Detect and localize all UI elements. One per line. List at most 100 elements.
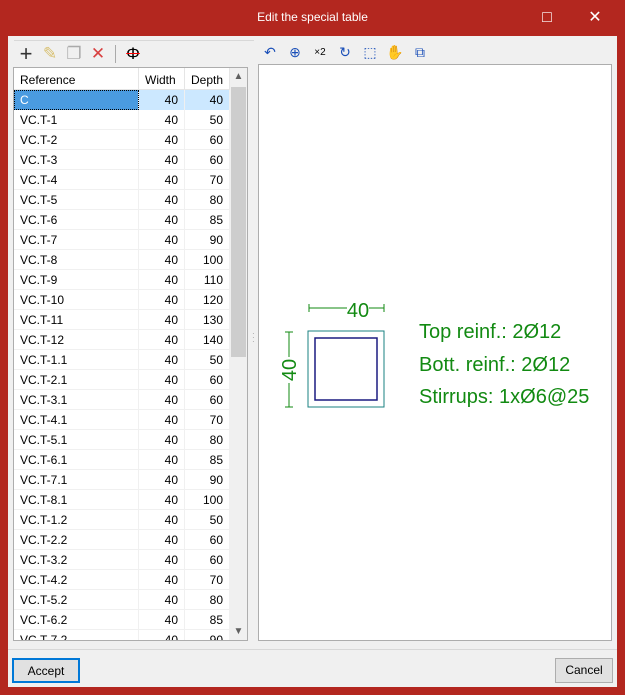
- zoom-window-icon[interactable]: ⬚: [360, 42, 380, 62]
- depth-cell[interactable]: 100: [185, 490, 230, 510]
- reference-cell[interactable]: VC.T-1.2: [14, 510, 139, 530]
- width-cell[interactable]: 40: [139, 390, 185, 410]
- depth-cell[interactable]: 120: [185, 290, 230, 310]
- reference-cell[interactable]: VC.T-6.1: [14, 450, 139, 470]
- depth-cell[interactable]: 60: [185, 370, 230, 390]
- reference-cell[interactable]: VC.T-2.2: [14, 530, 139, 550]
- width-cell[interactable]: 40: [139, 90, 185, 110]
- width-cell[interactable]: 40: [139, 250, 185, 270]
- reference-cell[interactable]: VC.T-8: [14, 250, 139, 270]
- redraw-icon[interactable]: ↻: [335, 42, 355, 62]
- reference-cell[interactable]: VC.T-10: [14, 290, 139, 310]
- depth-cell[interactable]: 60: [185, 130, 230, 150]
- export-icon[interactable]: ⧉: [410, 42, 430, 62]
- pan-icon[interactable]: ✋: [385, 42, 405, 62]
- reference-cell[interactable]: VC.T-12: [14, 330, 139, 350]
- width-cell[interactable]: 40: [139, 450, 185, 470]
- table-row[interactable]: VC.T-11 40 130: [14, 310, 247, 330]
- table-row[interactable]: VC.T-7 40 90: [14, 230, 247, 250]
- reference-cell[interactable]: VC.T-2.1: [14, 370, 139, 390]
- table-row[interactable]: VC.T-4 40 70: [14, 170, 247, 190]
- table-row[interactable]: VC.T-7.2 40 90: [14, 630, 247, 640]
- table-row[interactable]: VC.T-3.1 40 60: [14, 390, 247, 410]
- reference-cell[interactable]: VC.T-5.1: [14, 430, 139, 450]
- width-cell[interactable]: 40: [139, 130, 185, 150]
- copy-icon[interactable]: ❐: [64, 44, 84, 64]
- accept-button[interactable]: Accept: [12, 658, 80, 683]
- reference-cell[interactable]: VC.T-3: [14, 150, 139, 170]
- width-cell[interactable]: 40: [139, 150, 185, 170]
- zoom-all-icon[interactable]: ⊕: [285, 42, 305, 62]
- width-cell[interactable]: 40: [139, 530, 185, 550]
- table-row[interactable]: VC.T-10 40 120: [14, 290, 247, 310]
- width-cell[interactable]: 40: [139, 370, 185, 390]
- reference-cell[interactable]: VC.T-4.2: [14, 570, 139, 590]
- table-row[interactable]: VC.T-6.2 40 85: [14, 610, 247, 630]
- table-row[interactable]: VC.T-6.1 40 85: [14, 450, 247, 470]
- width-cell[interactable]: 40: [139, 570, 185, 590]
- depth-cell[interactable]: 50: [185, 110, 230, 130]
- no-symmetry-icon[interactable]: Φ: [123, 44, 143, 64]
- table-row[interactable]: VC.T-1 40 50: [14, 110, 247, 130]
- depth-cell[interactable]: 85: [185, 210, 230, 230]
- depth-cell[interactable]: 60: [185, 530, 230, 550]
- width-cell[interactable]: 40: [139, 290, 185, 310]
- depth-cell[interactable]: 80: [185, 430, 230, 450]
- table-row[interactable]: VC.T-4.1 40 70: [14, 410, 247, 430]
- column-header-reference[interactable]: Reference: [14, 68, 139, 89]
- table-row[interactable]: C 40 40: [14, 90, 247, 110]
- width-cell[interactable]: 40: [139, 410, 185, 430]
- depth-cell[interactable]: 85: [185, 610, 230, 630]
- width-cell[interactable]: 40: [139, 610, 185, 630]
- table-row[interactable]: VC.T-9 40 110: [14, 270, 247, 290]
- depth-cell[interactable]: 40: [185, 90, 230, 110]
- table-row[interactable]: VC.T-2.2 40 60: [14, 530, 247, 550]
- width-cell[interactable]: 40: [139, 550, 185, 570]
- splitter-handle[interactable]: · · ·: [252, 330, 255, 346]
- depth-cell[interactable]: 60: [185, 390, 230, 410]
- depth-cell[interactable]: 90: [185, 470, 230, 490]
- reference-cell[interactable]: VC.T-7.2: [14, 630, 139, 640]
- close-button[interactable]: ✕: [572, 0, 618, 36]
- width-cell[interactable]: 40: [139, 110, 185, 130]
- reference-cell[interactable]: VC.T-9: [14, 270, 139, 290]
- reference-cell[interactable]: VC.T-1.1: [14, 350, 139, 370]
- vertical-scrollbar[interactable]: ▲ ▼: [230, 68, 247, 640]
- depth-cell[interactable]: 70: [185, 410, 230, 430]
- depth-cell[interactable]: 80: [185, 190, 230, 210]
- width-cell[interactable]: 40: [139, 430, 185, 450]
- reference-cell[interactable]: VC.T-7.1: [14, 470, 139, 490]
- table-row[interactable]: VC.T-1.1 40 50: [14, 350, 247, 370]
- width-cell[interactable]: 40: [139, 490, 185, 510]
- depth-cell[interactable]: 60: [185, 150, 230, 170]
- table-row[interactable]: VC.T-2 40 60: [14, 130, 247, 150]
- width-cell[interactable]: 40: [139, 470, 185, 490]
- depth-cell[interactable]: 60: [185, 550, 230, 570]
- width-cell[interactable]: 40: [139, 310, 185, 330]
- table-row[interactable]: VC.T-7.1 40 90: [14, 470, 247, 490]
- table-row[interactable]: VC.T-1.2 40 50: [14, 510, 247, 530]
- table-row[interactable]: VC.T-12 40 140: [14, 330, 247, 350]
- width-cell[interactable]: 40: [139, 190, 185, 210]
- reference-cell[interactable]: VC.T-2: [14, 130, 139, 150]
- width-cell[interactable]: 40: [139, 210, 185, 230]
- width-cell[interactable]: 40: [139, 630, 185, 640]
- reference-cell[interactable]: VC.T-6: [14, 210, 139, 230]
- table-row[interactable]: VC.T-3 40 60: [14, 150, 247, 170]
- depth-cell[interactable]: 70: [185, 170, 230, 190]
- column-header-depth[interactable]: Depth: [185, 68, 230, 89]
- reference-cell[interactable]: VC.T-3.2: [14, 550, 139, 570]
- reference-cell[interactable]: VC.T-7: [14, 230, 139, 250]
- depth-cell[interactable]: 50: [185, 510, 230, 530]
- scroll-up-icon[interactable]: ▲: [230, 68, 247, 85]
- reference-cell[interactable]: VC.T-8.1: [14, 490, 139, 510]
- reference-cell[interactable]: VC.T-1: [14, 110, 139, 130]
- width-cell[interactable]: 40: [139, 270, 185, 290]
- depth-cell[interactable]: 130: [185, 310, 230, 330]
- depth-cell[interactable]: 90: [185, 230, 230, 250]
- width-cell[interactable]: 40: [139, 170, 185, 190]
- table-row[interactable]: VC.T-8 40 100: [14, 250, 247, 270]
- depth-cell[interactable]: 80: [185, 590, 230, 610]
- reference-cell[interactable]: VC.T-5.2: [14, 590, 139, 610]
- add-icon[interactable]: +: [16, 41, 36, 66]
